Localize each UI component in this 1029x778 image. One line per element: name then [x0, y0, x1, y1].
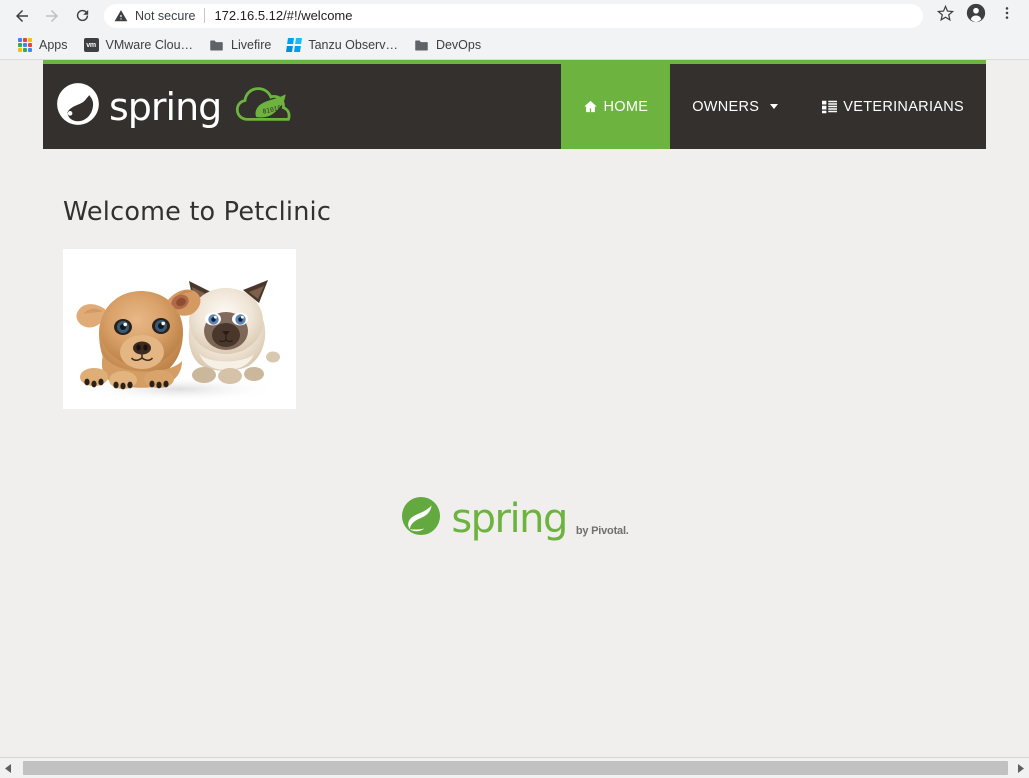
bookmark-apps[interactable]: Apps [10, 33, 76, 57]
navbar-menu: HOME OWNERS VETERINARIANS [560, 64, 987, 149]
home-icon [583, 99, 598, 114]
spring-leaf-icon [400, 495, 442, 542]
url-text: 172.16.5.12/#!/welcome [214, 8, 353, 23]
bookmark-label: VMware Clou… [105, 38, 194, 52]
scrollbar-thumb[interactable] [23, 761, 1009, 775]
security-status-label: Not secure [135, 8, 196, 23]
bookmark-tanzu-observability[interactable]: Tanzu Observ… [279, 33, 406, 57]
bookmark-label: Tanzu Observ… [308, 38, 398, 52]
browser-menu-button[interactable] [993, 2, 1021, 30]
omnibox-divider [204, 8, 206, 23]
reload-button[interactable] [68, 2, 96, 30]
list-icon [822, 100, 838, 114]
bookmarks-bar: Apps vm VMware Clou… Livefire Tanzu Obse… [0, 31, 1029, 60]
forward-button[interactable] [38, 2, 66, 30]
tanzu-icon [286, 38, 303, 52]
footer-brand-wordmark: spring [451, 495, 568, 542]
brand-wordmark: spring [109, 84, 222, 129]
bookmark-devops[interactable]: DevOps [406, 33, 489, 57]
folder-icon [414, 39, 429, 52]
horizontal-scrollbar[interactable] [0, 757, 1029, 778]
footer-spring-logo: spring by Pivotal. [43, 495, 986, 542]
nav-item-home[interactable]: HOME [560, 64, 671, 149]
brand-logo[interactable]: spring 01010 [43, 64, 561, 149]
bookmark-vmware-cloud[interactable]: vm VMware Clou… [76, 33, 202, 57]
spring-cloud-binary-icon: 01010 [231, 76, 301, 137]
scroll-left-arrow-icon[interactable] [0, 758, 17, 778]
folder-icon [209, 39, 224, 52]
star-icon [936, 4, 954, 27]
three-dot-menu-icon [999, 5, 1015, 26]
bookmark-label: Apps [39, 38, 68, 52]
nav-item-label: OWNERS [692, 98, 760, 115]
back-arrow-icon [13, 7, 31, 25]
petclinic-app: spring 01010 HOME OWNERS VETERINARIANS W… [43, 60, 986, 757]
footer-byline: by Pivotal. [575, 525, 629, 537]
page-viewport: spring 01010 HOME OWNERS VETERINARIANS W… [0, 60, 1029, 757]
bookmark-star-button[interactable] [931, 2, 959, 30]
site-navbar: spring 01010 HOME OWNERS VETERINARIANS [43, 60, 986, 149]
scroll-right-arrow-icon[interactable] [1012, 758, 1029, 778]
profile-button[interactable] [962, 2, 990, 30]
reload-icon [74, 7, 91, 24]
nav-item-owners[interactable]: OWNERS [670, 64, 800, 149]
toolbar-right-group [931, 2, 1021, 30]
browser-toolbar: Not secure 172.16.5.12/#!/welcome [0, 0, 1029, 31]
caret-down-icon [770, 104, 779, 109]
back-button[interactable] [8, 2, 36, 30]
spring-leaf-icon [55, 81, 101, 132]
main-content: Welcome to Petclinic [43, 149, 986, 409]
nav-item-veterinarians[interactable]: VETERINARIANS [800, 64, 986, 149]
apps-grid-icon [18, 38, 32, 52]
scrollbar-track[interactable] [17, 758, 1012, 778]
address-bar[interactable]: Not secure 172.16.5.12/#!/welcome [104, 3, 923, 28]
account-avatar-icon [966, 3, 986, 28]
page-title: Welcome to Petclinic [63, 197, 332, 227]
nav-item-label: HOME [603, 98, 649, 115]
puppy-and-kitten-photo [63, 249, 296, 409]
vmware-icon: vm [83, 38, 99, 52]
warning-triangle-icon [114, 9, 128, 23]
forward-arrow-icon [43, 7, 61, 25]
bookmark-label: DevOps [435, 38, 482, 52]
nav-item-label: VETERINARIANS [843, 98, 964, 115]
bookmark-label: Livefire [231, 38, 272, 52]
bookmark-livefire[interactable]: Livefire [201, 33, 279, 57]
